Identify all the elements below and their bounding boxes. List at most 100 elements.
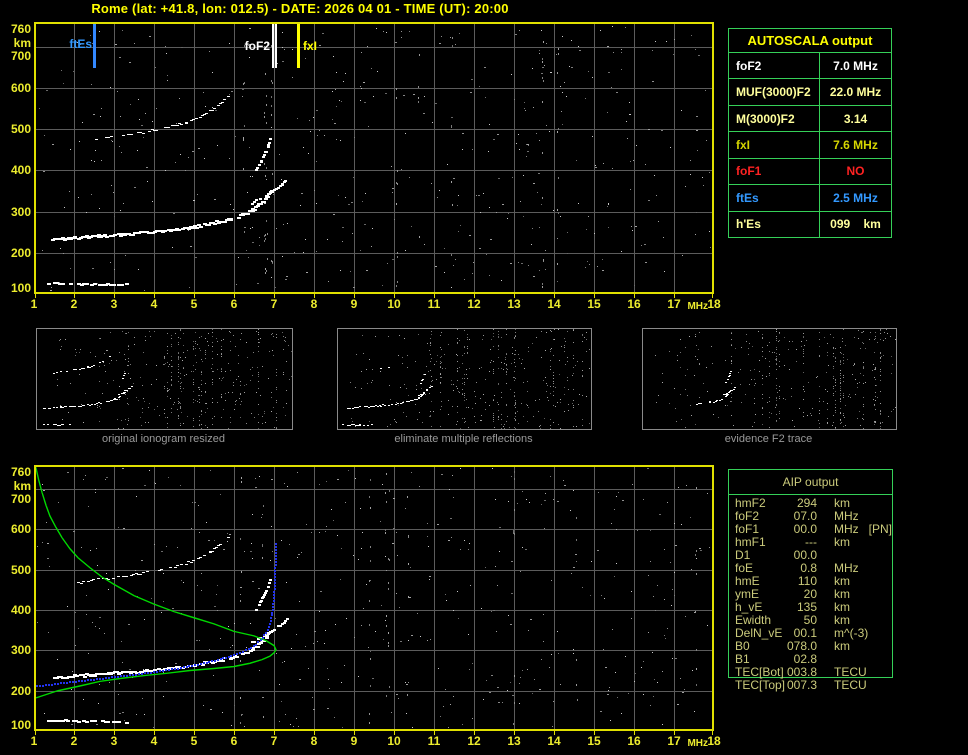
- autoscala-row: MUF(3000)F2 22.0 MHz: [729, 78, 891, 105]
- x-tick-label: 8: [310, 297, 318, 311]
- x-tick-label: 12: [467, 734, 481, 748]
- aip-row: B0 078.0 km: [735, 640, 915, 653]
- x-tick-label: 17: [667, 734, 681, 748]
- autoscala-screen: Rome (lat: +41.8, lon: 012.5) - DATE: 20…: [0, 0, 968, 755]
- x-tick-label: 1: [30, 734, 38, 748]
- aip-row: hmF2 294 km: [735, 497, 915, 510]
- y-tick-label: 200: [10, 245, 31, 260]
- thumbnail-evidence-caption: evidence F2 trace: [724, 433, 813, 445]
- x-tick-label: 6: [230, 734, 238, 748]
- ionogram-top: ftEs foF2 fxI: [34, 22, 714, 299]
- x-tick-label: 7: [270, 297, 278, 311]
- x-tick-label: 15: [587, 297, 601, 311]
- ionogram-bottom: [34, 465, 714, 736]
- y-tick-label: 600: [10, 522, 31, 537]
- ftEs-marker-label: ftEs: [69, 37, 92, 51]
- thumbnail-eliminate-reflections: [337, 328, 592, 430]
- x-tick-label: 14: [547, 734, 561, 748]
- aip-row: ymE 20 km: [735, 588, 915, 601]
- y-tick-label: 400: [10, 603, 31, 618]
- thumbnail-original-caption: original ionogram resized: [102, 433, 225, 445]
- x-tick-label: 3: [110, 297, 118, 311]
- x-tick-label: 8: [310, 734, 318, 748]
- y-tick-label: 300: [10, 643, 31, 658]
- thumbnail-original-canvas: [37, 329, 292, 429]
- y-tick-label: 700: [10, 492, 31, 506]
- y-tick-label: 760: [10, 22, 31, 36]
- x-tick-label: 16: [627, 297, 641, 311]
- aip-row-unit: km: [834, 535, 850, 549]
- autoscala-row: foF1 NO: [729, 157, 891, 185]
- autoscala-row-label: h'Es: [729, 211, 820, 237]
- x-tick-label: 7: [270, 734, 278, 748]
- x-tick-label: 13: [507, 734, 521, 748]
- thumbnail-evidence-f2: [642, 328, 897, 430]
- autoscala-row: M(3000)F2 3.14: [729, 104, 891, 132]
- page-title: Rome (lat: +41.8, lon: 012.5) - DATE: 20…: [91, 1, 509, 16]
- autoscala-row-value: 7.6 MHz: [833, 137, 878, 152]
- thumbnail-eliminate-caption: eliminate multiple reflections: [394, 433, 533, 445]
- aip-title: AIP output: [729, 470, 892, 495]
- x-tick-label: 6: [230, 297, 238, 311]
- aip-row-label: TEC[Top]: [735, 678, 786, 692]
- aip-row: DelN_vE 00.1 m^(-3): [735, 627, 915, 640]
- autoscala-row-label: fxI: [729, 132, 820, 158]
- autoscala-row-value: NO: [846, 164, 865, 179]
- autoscala-row: fxI 7.6 MHz: [729, 131, 891, 158]
- autoscala-row-label: ftEs: [729, 185, 820, 211]
- y-tick-label: 700: [10, 49, 31, 63]
- aip-row: D1 00.0: [735, 549, 915, 562]
- x-tick-label: 9: [350, 734, 358, 748]
- x-tick-label: 18: [707, 297, 721, 311]
- x-tick-label: 13: [507, 297, 521, 311]
- autoscala-row-value: 099 km: [830, 217, 881, 232]
- thumbnail-eliminate-canvas: [338, 329, 591, 429]
- ionogram-top-canvas: [34, 22, 714, 299]
- autoscala-row-label: foF1: [729, 158, 820, 185]
- autoscala-row-value: 3.14: [843, 111, 868, 126]
- x-tick-label: 12: [467, 297, 481, 311]
- aip-row-value: 007.3: [787, 678, 818, 692]
- y-axis-unit: km: [13, 479, 31, 493]
- y-tick-label: 100: [10, 281, 31, 295]
- y-tick-label: 600: [10, 80, 31, 95]
- x-tick-label: 10: [387, 297, 401, 311]
- thumbnail-original: [36, 328, 293, 430]
- x-tick-label: 3: [110, 734, 118, 748]
- autoscala-row-value: 2.5 MHz: [833, 190, 878, 205]
- autoscala-table: AUTOSCALA output foF2 7.0 MHz MUF(3000)F2 2…: [728, 28, 892, 238]
- aip-row: TEC[Top] 007.3 TECU: [735, 679, 915, 692]
- x-tick-label: 11: [427, 734, 441, 748]
- y-axis-unit: km: [13, 36, 31, 50]
- autoscala-row: h'Es 099 km: [729, 210, 891, 237]
- x-tick-label: 5: [190, 734, 198, 748]
- x-tick-label: 1: [30, 297, 38, 311]
- thumbnail-evidence-canvas: [643, 329, 896, 429]
- x-tick-label: 5: [190, 297, 198, 311]
- x-tick-label: 4: [150, 297, 158, 311]
- y-tick-label: 500: [10, 122, 31, 137]
- aip-row-unit: km: [834, 639, 851, 653]
- x-tick-label: 15: [587, 734, 601, 748]
- autoscala-row-value: 7.0 MHz: [833, 58, 878, 73]
- x-tick-label: 10: [387, 734, 401, 748]
- y-tick-label: 100: [10, 718, 31, 732]
- x-axis-unit: MHz: [687, 301, 708, 312]
- x-tick-label: 11: [427, 297, 441, 311]
- y-tick-label: 300: [10, 204, 31, 219]
- foF2-marker-label: foF2: [244, 39, 270, 53]
- x-tick-label: 9: [350, 297, 358, 311]
- autoscala-title: AUTOSCALA output: [729, 29, 891, 53]
- y-tick-label: 400: [10, 163, 31, 178]
- y-tick-label: 200: [10, 683, 31, 698]
- autoscala-row-label: M(3000)F2: [729, 105, 820, 132]
- x-tick-label: 18: [707, 734, 721, 748]
- autoscala-row: ftEs 2.5 MHz: [729, 184, 891, 211]
- autoscala-row-value: 22.0 MHz: [829, 85, 882, 100]
- x-axis-unit: MHz: [687, 738, 708, 749]
- x-tick-label: 17: [667, 297, 681, 311]
- x-tick-label: 16: [627, 734, 641, 748]
- aip-row-extra: [PN]: [868, 522, 893, 536]
- autoscala-row-label: foF2: [729, 53, 820, 79]
- y-tick-label: 500: [10, 562, 31, 577]
